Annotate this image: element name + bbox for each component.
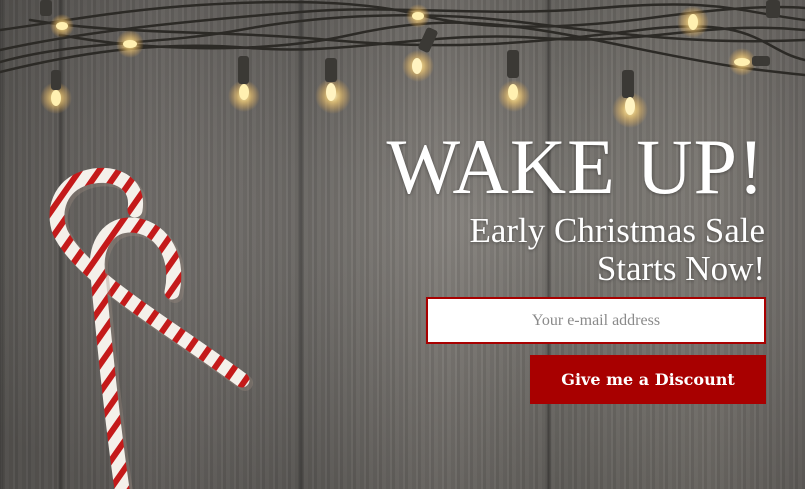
subheadline-line-1: Early Christmas Sale bbox=[469, 211, 765, 250]
get-discount-button[interactable]: Give me a Discount bbox=[530, 355, 766, 404]
subheadline: Early Christmas Sale Starts Now! bbox=[469, 212, 765, 288]
email-input[interactable] bbox=[426, 297, 766, 344]
headline: WAKE UP! bbox=[386, 123, 765, 210]
promo-banner: WAKE UP! Early Christmas Sale Starts Now… bbox=[0, 0, 805, 489]
candy-cane-icon bbox=[49, 167, 253, 489]
subheadline-line-2: Starts Now! bbox=[596, 249, 765, 288]
